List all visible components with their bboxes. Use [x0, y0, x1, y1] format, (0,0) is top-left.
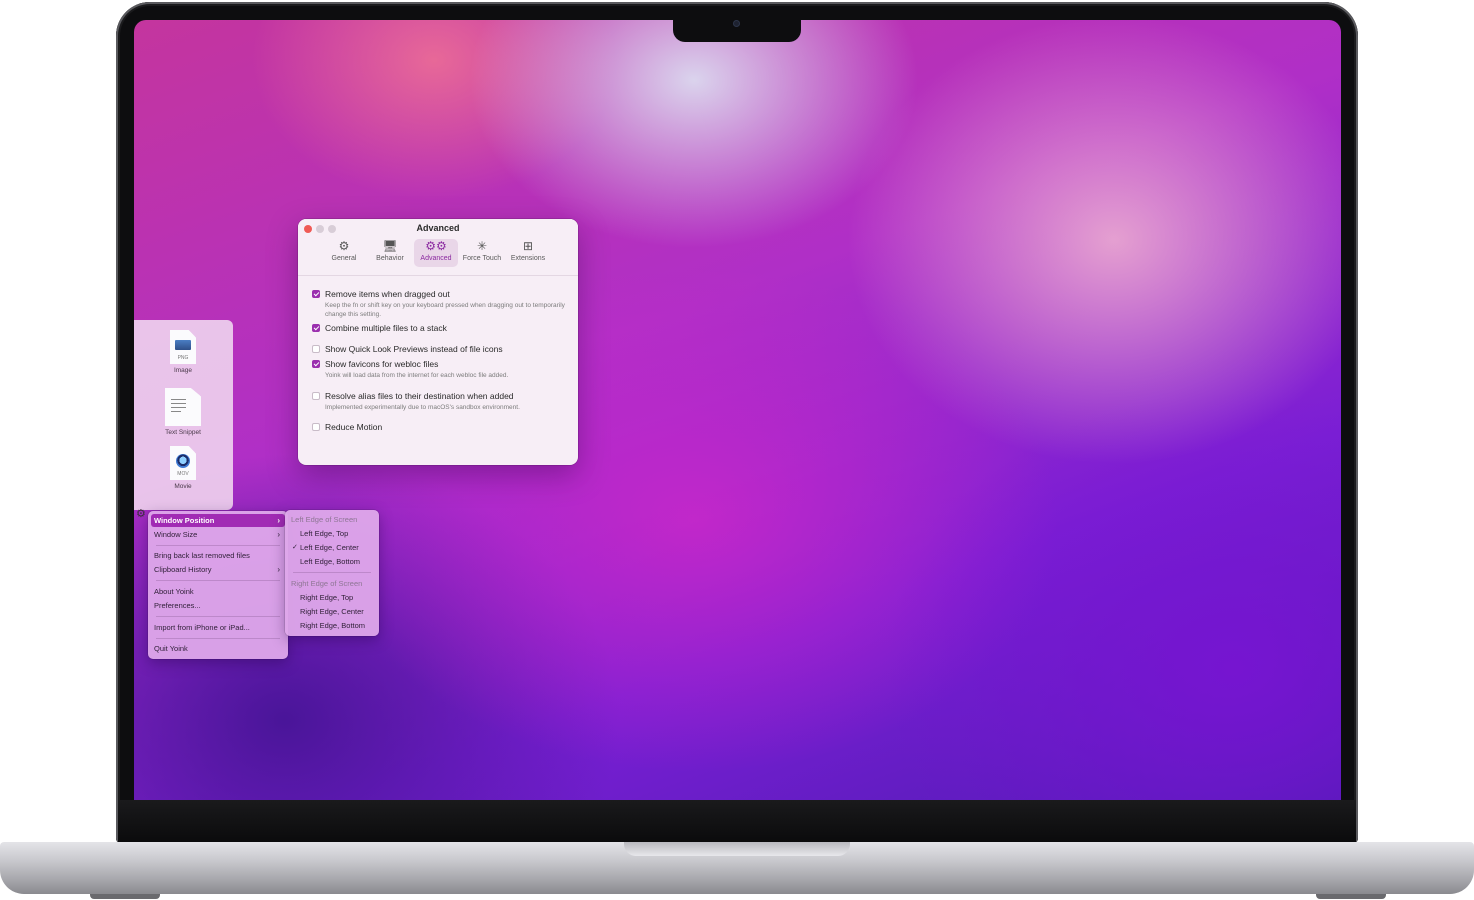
checkbox[interactable]	[312, 392, 320, 400]
submenu-header-right: Right Edge of Screen	[291, 579, 363, 588]
submenu-item-left-center[interactable]: ✓ Left Edge, Center	[288, 541, 376, 554]
menu-item-clipboard-history[interactable]: Clipboard History ›	[151, 563, 285, 576]
chevron-right-icon: ›	[277, 516, 280, 525]
gears-icon: ⚙⚙	[425, 239, 447, 253]
menu-item-label: Window Position	[154, 516, 215, 525]
menu-item-about[interactable]: About Yoink	[151, 585, 285, 598]
advanced-settings: Remove items when dragged out Keep the f…	[298, 276, 578, 433]
option-description: Yoink will load data from the internet f…	[325, 372, 509, 379]
menu-item-import[interactable]: Import from iPhone or iPad...	[151, 621, 285, 634]
window-titlebar: Advanced ⚙ General 🖥 Behavior ⚙⚙ Advance…	[298, 219, 578, 276]
file-label: Movie	[174, 483, 192, 490]
laptop-opening-notch	[624, 842, 850, 856]
checkbox[interactable]	[312, 324, 320, 332]
laptop-foot-right	[1316, 894, 1386, 899]
force-touch-icon: ✳	[476, 239, 488, 253]
option-label: Show favicons for webloc files	[325, 359, 439, 369]
png-file-icon: PNG	[170, 330, 196, 364]
chevron-right-icon: ›	[277, 565, 280, 574]
shelf-file-image[interactable]: PNG Image	[143, 330, 223, 374]
file-type-badge: PNG	[177, 355, 189, 361]
window-position-submenu: Left Edge of Screen Left Edge, Top ✓ Lef…	[285, 510, 379, 636]
gear-icon: ⚙	[338, 239, 350, 253]
menu-separator	[156, 616, 280, 617]
option-description: Implemented experimentally due to macOS'…	[325, 404, 520, 411]
menu-separator	[293, 572, 371, 573]
preferences-toolbar: ⚙ General 🖥 Behavior ⚙⚙ Advanced ✳ Force…	[322, 239, 550, 267]
menu-item-window-position[interactable]: Window Position ›	[151, 514, 285, 527]
preferences-window: Advanced ⚙ General 🖥 Behavior ⚙⚙ Advance…	[298, 219, 578, 465]
menu-separator	[156, 580, 280, 581]
menu-separator	[156, 545, 280, 546]
option-favicons[interactable]: Show favicons for webloc files Yoink wil…	[312, 359, 566, 380]
checkmark-icon: ✓	[292, 544, 298, 551]
checkbox[interactable]	[312, 360, 320, 368]
option-remove-items[interactable]: Remove items when dragged out Keep the f…	[312, 289, 566, 319]
file-label: Text Snippet	[165, 429, 201, 436]
laptop-foot-left	[90, 894, 160, 899]
window-title: Advanced	[416, 223, 460, 233]
yoink-context-menu: Window Position › Window Size › Bring ba…	[148, 511, 288, 659]
text-file-icon	[165, 388, 201, 426]
checkbox[interactable]	[312, 423, 320, 431]
submenu-item-label: Left Edge, Center	[300, 543, 359, 552]
option-label: Combine multiple files to a stack	[325, 323, 447, 333]
mov-file-icon: MOV	[170, 446, 196, 480]
tab-advanced[interactable]: ⚙⚙ Advanced	[414, 239, 458, 267]
tab-behavior[interactable]: 🖥 Behavior	[368, 239, 412, 267]
submenu-item-left-top[interactable]: Left Edge, Top	[288, 527, 376, 540]
option-description: Keep the fn or shift key on your keyboar…	[325, 302, 565, 318]
submenu-item-right-center[interactable]: Right Edge, Center	[288, 605, 376, 618]
shelf-file-text-snippet[interactable]: Text Snippet	[143, 388, 223, 436]
menu-item-bring-back[interactable]: Bring back last removed files	[151, 549, 285, 562]
option-label: Resolve alias files to their destination…	[325, 391, 514, 401]
option-reduce-motion[interactable]: Reduce Motion	[312, 422, 566, 433]
extensions-icon: ⊞	[522, 239, 534, 253]
yoink-shelf[interactable]: PNG Image Text Snippet MOV Movie	[134, 320, 233, 510]
tab-label: General	[331, 255, 357, 262]
option-label: Remove items when dragged out	[325, 289, 450, 299]
menu-item-quit[interactable]: Quit Yoink	[151, 642, 285, 655]
menu-item-preferences[interactable]: Preferences...	[151, 599, 285, 612]
tab-extensions[interactable]: ⊞ Extensions	[506, 239, 550, 267]
option-quick-look[interactable]: Show Quick Look Previews instead of file…	[312, 344, 566, 355]
file-label: Image	[173, 367, 193, 374]
option-resolve-alias[interactable]: Resolve alias files to their destination…	[312, 391, 566, 412]
option-label: Reduce Motion	[325, 422, 383, 432]
submenu-item-right-top[interactable]: Right Edge, Top	[288, 591, 376, 604]
camera-icon	[733, 20, 740, 27]
tab-force-touch[interactable]: ✳ Force Touch	[460, 239, 504, 267]
tab-label: Behavior	[376, 255, 404, 262]
menu-item-label: Window Size	[154, 530, 198, 539]
option-label: Show Quick Look Previews instead of file…	[325, 344, 503, 354]
shelf-file-movie[interactable]: MOV Movie	[143, 446, 223, 490]
menu-item-label: Clipboard History	[154, 565, 212, 574]
checkbox[interactable]	[312, 345, 320, 353]
shelf-settings-gear-icon[interactable]: ⚙	[136, 507, 146, 520]
laptop-chin	[118, 800, 1356, 842]
submenu-item-left-bottom[interactable]: Left Edge, Bottom	[288, 555, 376, 568]
submenu-header-left: Left Edge of Screen	[291, 515, 358, 524]
monitor-icon: 🖥	[382, 239, 398, 253]
checkbox[interactable]	[312, 290, 320, 298]
tab-label: Force Touch	[462, 255, 502, 262]
menu-separator	[156, 638, 280, 639]
tab-label: Extensions	[510, 255, 546, 262]
file-type-badge: MOV	[177, 471, 189, 477]
chevron-right-icon: ›	[277, 530, 280, 539]
submenu-item-right-bottom[interactable]: Right Edge, Bottom	[288, 619, 376, 632]
option-combine-files[interactable]: Combine multiple files to a stack	[312, 323, 566, 334]
menu-item-window-size[interactable]: Window Size ›	[151, 528, 285, 541]
tab-general[interactable]: ⚙ General	[322, 239, 366, 267]
tab-label: Advanced	[420, 255, 452, 262]
